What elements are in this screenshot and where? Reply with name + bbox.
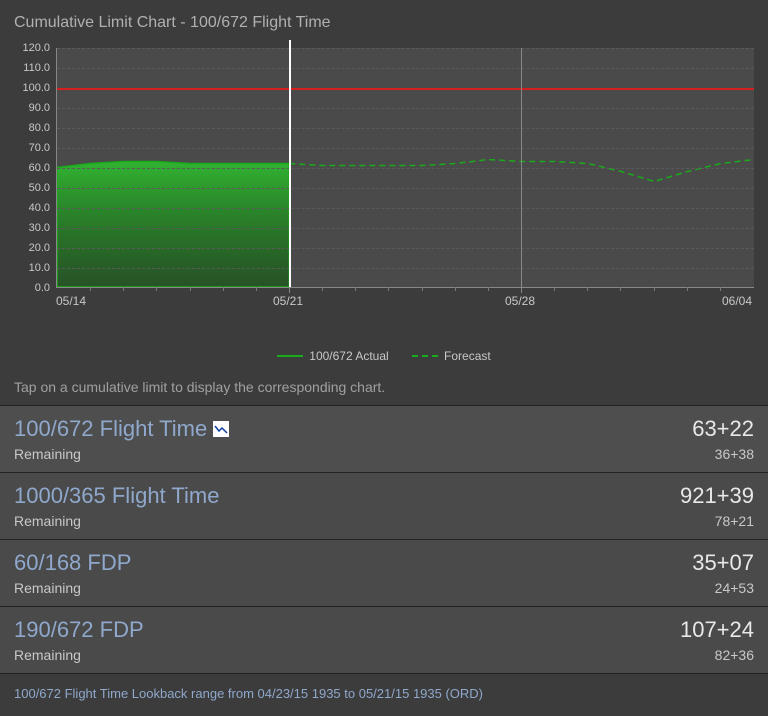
gridline	[57, 48, 754, 49]
limits-list: 100/672 Flight TimeRemaining63+2236+3810…	[0, 405, 768, 674]
y-tick-label: 30.0	[29, 222, 50, 234]
gridline	[57, 248, 754, 249]
limit-remaining-value: 82+36	[680, 647, 754, 663]
y-tick-label: 120.0	[22, 42, 50, 54]
x-tick	[521, 48, 522, 293]
limit-title: 60/168 FDP	[14, 550, 131, 576]
chart-plot[interactable]	[56, 48, 754, 288]
y-axis: 0.010.020.030.040.050.060.070.080.090.01…	[14, 42, 54, 288]
limit-row[interactable]: 1000/365 Flight Time Remaining 921+39 78+21	[0, 473, 768, 540]
limit-title: 190/672 FDP	[14, 617, 144, 643]
gridline	[57, 128, 754, 129]
page-title: Cumulative Limit Chart - 100/672 Flight …	[0, 0, 768, 32]
chart-icon	[213, 421, 229, 437]
limit-row[interactable]: 60/168 FDP Remaining 35+07 24+53	[0, 540, 768, 607]
gridline	[57, 188, 754, 189]
gridline	[57, 68, 754, 69]
x-tick-label: 05/28	[505, 294, 535, 308]
y-tick-label: 60.0	[29, 162, 50, 174]
chart-area: 0.0 10.0 20.0 30.0 40.0 50.0 60.0 70.0 80.0 90.0 1…	[0, 32, 768, 367]
y-tick-label: 80.0	[29, 122, 50, 134]
legend-swatch-actual	[277, 355, 303, 357]
hint-text: Tap on a cumulative limit to display the…	[0, 367, 768, 405]
limit-remaining-label: Remaining	[14, 580, 131, 596]
y-tick-label: 50.0	[29, 182, 50, 194]
limit-line	[57, 88, 754, 90]
limit-remaining-value: 78+21	[680, 513, 754, 529]
limit-remaining-value: 24+53	[692, 580, 754, 596]
y-tick-label: 110.0	[23, 62, 50, 74]
y-tick-label: 90.0	[29, 102, 50, 114]
limit-value: 63+22	[692, 416, 754, 442]
limit-remaining-label: Remaining	[14, 446, 229, 462]
footer-text: 100/672 Flight Time Lookback range from …	[0, 674, 768, 713]
gridline	[57, 208, 754, 209]
gridline	[57, 228, 754, 229]
chart-legend: 100/672 Actual Forecast	[14, 322, 754, 363]
y-tick-label: 0.0	[35, 282, 50, 294]
legend-label-actual: 100/672 Actual	[309, 349, 388, 363]
gridline	[57, 108, 754, 109]
y-tick-label: 10.0	[29, 262, 50, 274]
limit-value: 107+24	[680, 617, 754, 643]
y-tick-label: 70.0	[29, 142, 50, 154]
today-line	[289, 40, 291, 287]
gridline	[57, 168, 754, 169]
limit-value: 921+39	[680, 483, 754, 509]
limit-title: 100/672 Flight Time	[14, 416, 229, 442]
limit-remaining-label: Remaining	[14, 513, 219, 529]
limit-remaining-label: Remaining	[14, 647, 144, 663]
limit-row[interactable]: 100/672 Flight Time Remaining 63+22 36+38	[0, 406, 768, 473]
limit-remaining-value: 36+38	[692, 446, 754, 462]
y-tick-label: 20.0	[29, 242, 50, 254]
limit-title: 1000/365 Flight Time	[14, 483, 219, 509]
limit-row[interactable]: 190/672 FDP Remaining 107+24 82+36	[0, 607, 768, 674]
limit-value: 35+07	[692, 550, 754, 576]
legend-label-forecast: Forecast	[444, 349, 491, 363]
x-tick-label: 05/14	[56, 294, 86, 308]
legend-swatch-forecast	[412, 355, 438, 357]
gridline	[57, 268, 754, 269]
x-tick-label: 06/04	[722, 294, 752, 308]
x-tick-label: 05/21	[273, 294, 303, 308]
y-tick-label: 40.0	[29, 202, 50, 214]
y-tick-label: 100.0	[22, 82, 50, 94]
gridline	[57, 148, 754, 149]
